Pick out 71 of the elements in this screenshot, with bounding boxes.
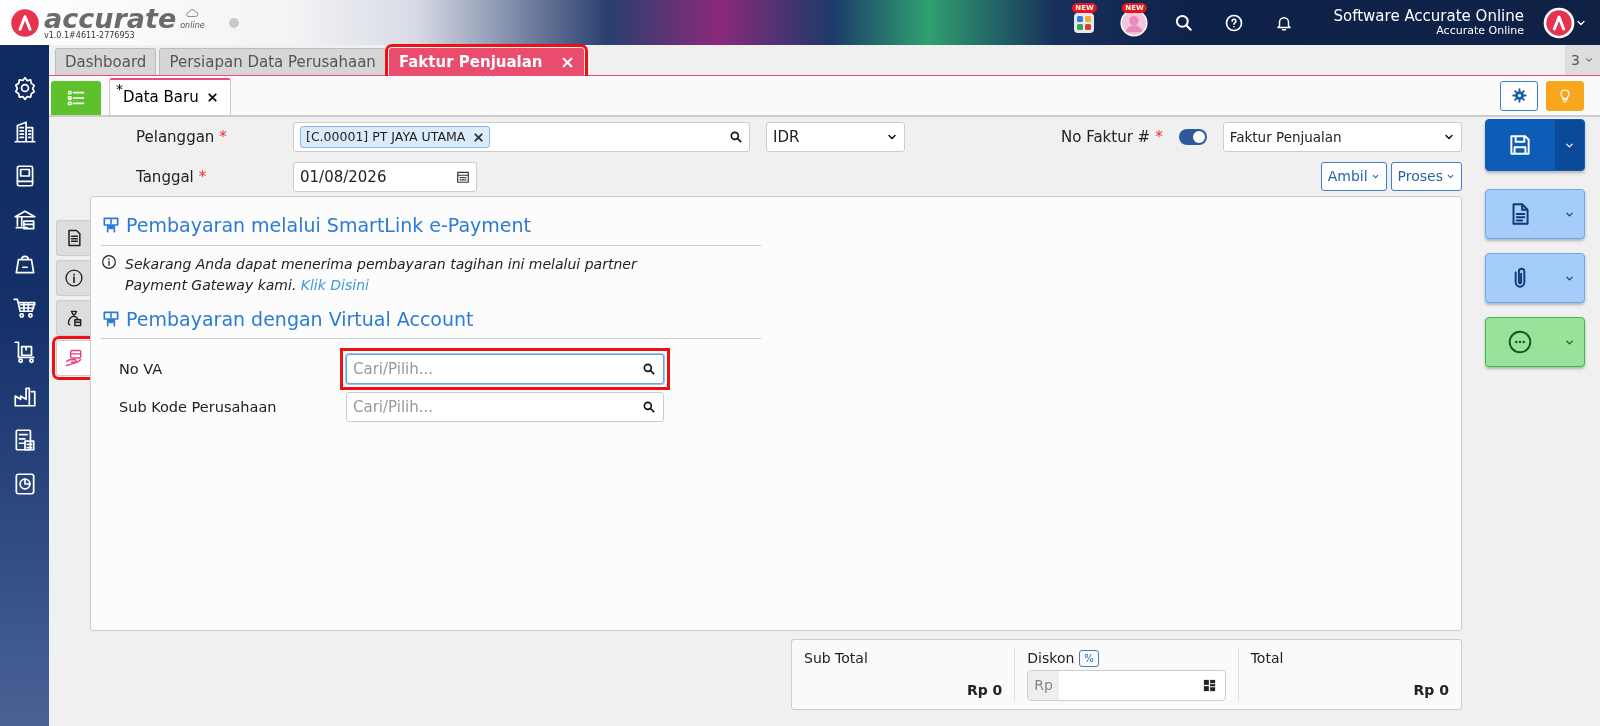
settings-button[interactable]	[1500, 80, 1538, 111]
field-label: Tanggal	[136, 166, 194, 188]
required-mark: *	[219, 126, 227, 148]
total-value: Rp 0	[965, 681, 1003, 700]
side-tab[interactable]	[56, 300, 90, 336]
tab[interactable]: Persiapan Data Perusahaan	[159, 48, 386, 75]
help-icon	[1225, 13, 1244, 32]
field-label: Sub Kode Perusahaan	[119, 397, 278, 417]
trolley-icon	[11, 339, 38, 365]
cart-icon	[11, 295, 38, 321]
search-field[interactable]: Cari/Pilih...	[346, 392, 664, 423]
dropdown-button[interactable]: Proses	[1390, 162, 1462, 191]
section-title: Pembayaran melalui SmartLink e-Payment	[126, 213, 531, 238]
dropdown-button[interactable]: Ambil	[1320, 162, 1387, 191]
auto-number-toggle[interactable]	[1178, 129, 1207, 145]
lightbulb-icon	[1557, 87, 1573, 104]
total-label: Sub Total	[804, 649, 869, 668]
link[interactable]: Klik Disini	[300, 277, 369, 294]
calculator-icon	[1201, 678, 1217, 693]
company-name: Accurate Online	[1435, 24, 1524, 37]
total-value: Rp 0	[1412, 681, 1449, 700]
close-icon	[206, 92, 218, 103]
customer-tag: [C.00001] PT JAYA UTAMA	[300, 125, 491, 149]
user-name: Software Accurate Online	[1333, 8, 1524, 25]
currency-select[interactable]: IDR	[766, 122, 905, 152]
search-icon	[1174, 12, 1195, 33]
chevron-down-icon	[1370, 172, 1380, 181]
percent-toggle[interactable]: %	[1079, 650, 1099, 667]
side-tab[interactable]	[56, 260, 90, 296]
search-field[interactable]: Cari/Pilih...	[346, 354, 664, 385]
tab[interactable]: Dashboard	[55, 48, 157, 75]
search-icon	[729, 130, 743, 144]
caret-icon	[1584, 55, 1594, 65]
user-avatar-icon	[1543, 6, 1575, 39]
document-button[interactable]	[1485, 189, 1585, 239]
search-icon	[642, 400, 656, 415]
list-icon	[66, 88, 86, 108]
brand-subtitle: online	[180, 20, 205, 32]
calendar-icon	[456, 170, 470, 184]
discount-field[interactable]: Rp	[1027, 670, 1226, 701]
field-label: Pelanggan	[136, 126, 215, 148]
version-text: v1.0.1#4611-2776953	[44, 32, 136, 40]
save-button[interactable]	[1485, 119, 1585, 171]
customer-field[interactable]: [C.00001] PT JAYA UTAMA	[293, 122, 750, 152]
side-tab[interactable]	[56, 220, 90, 256]
total-label: Diskon	[1027, 649, 1075, 668]
settings-icon	[1511, 88, 1527, 103]
tab-count-button[interactable]: 3	[1565, 45, 1600, 75]
info-icon	[63, 268, 84, 288]
building-icon	[11, 119, 38, 145]
info-icon	[101, 253, 117, 270]
field-label: No Faktur #	[1061, 126, 1151, 148]
date-field[interactable]: 01/08/2026	[293, 162, 477, 192]
apps-icon	[1072, 10, 1097, 35]
total-label: Total	[1250, 649, 1285, 668]
section-title: Pembayaran dengan Virtual Account	[126, 306, 474, 332]
search-icon	[642, 362, 656, 377]
chevron-down-icon	[1446, 172, 1455, 181]
required-mark: *	[1155, 126, 1163, 148]
logo-icon	[10, 7, 40, 38]
required-mark: *	[198, 166, 207, 188]
more-button[interactable]	[1485, 317, 1585, 367]
more-icon	[1507, 329, 1534, 355]
status-dot	[228, 17, 239, 28]
info-text: Sekarang Anda dapat menerima pembayaran tagihan ini melalui partner Payment Gateway kami. Klik Disini	[125, 254, 639, 296]
remove-icon	[473, 131, 485, 143]
payment-icon	[63, 348, 84, 368]
attachment-button[interactable]	[1485, 253, 1585, 303]
field-label: No VA	[119, 359, 164, 379]
invoice-type-select[interactable]: Faktur Penjualan	[1222, 122, 1462, 152]
brand-name: accurate	[44, 5, 177, 32]
